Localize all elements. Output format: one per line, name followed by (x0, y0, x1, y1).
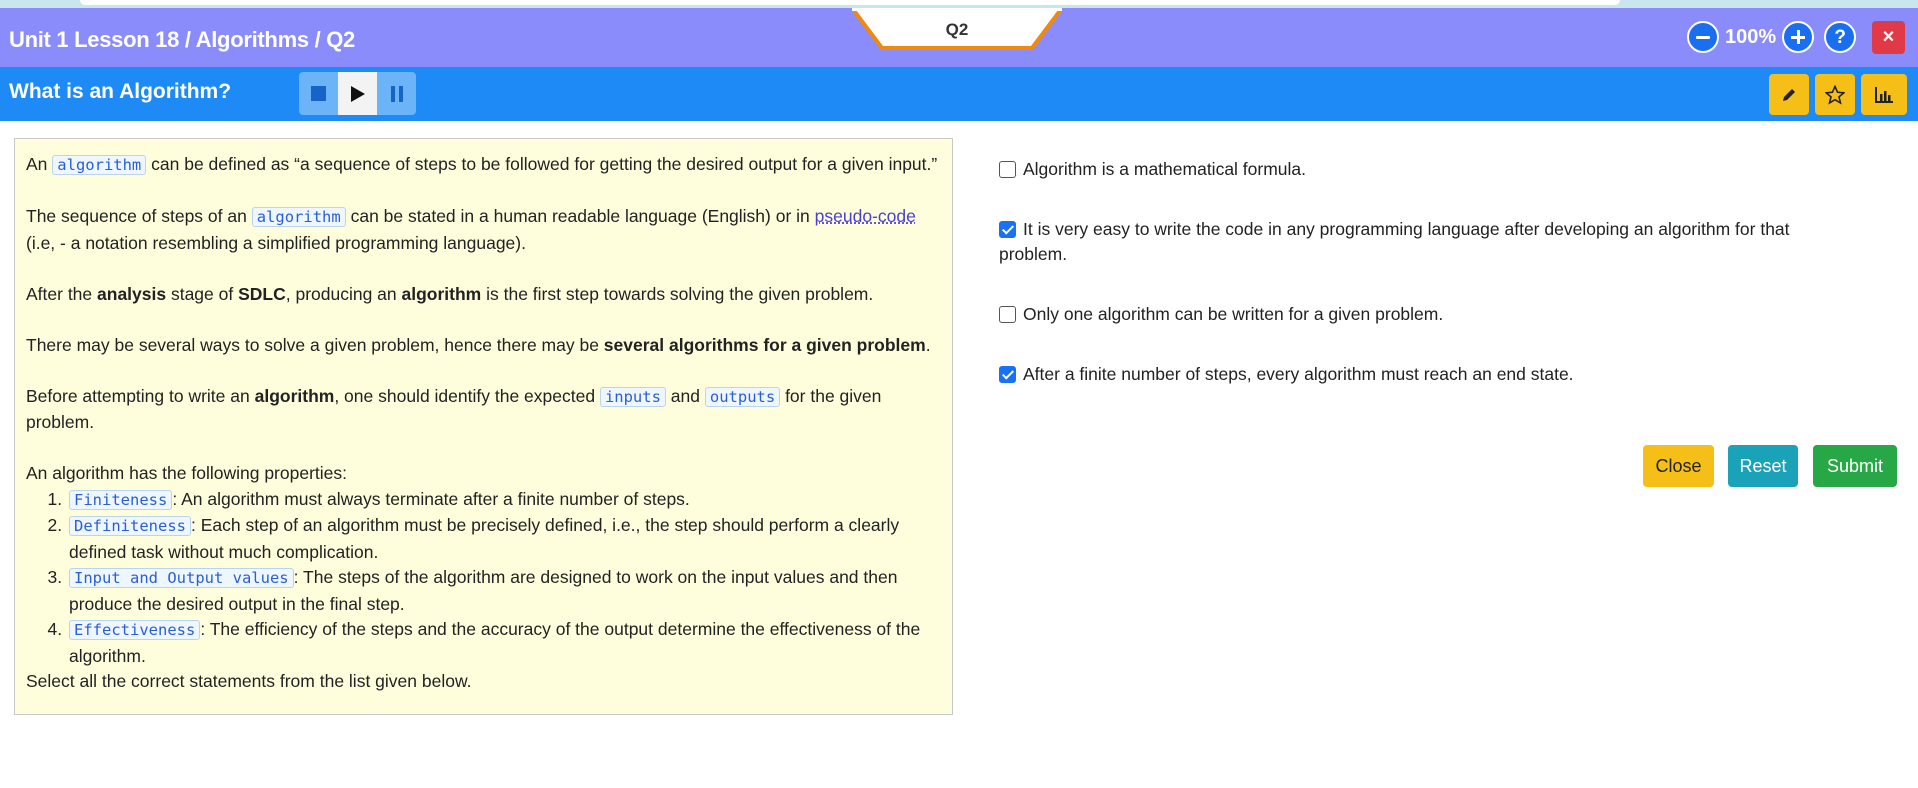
text: : An algorithm must always terminate aft… (172, 488, 690, 509)
option-3[interactable]: Only one algorithm can be written for a … (999, 302, 1839, 327)
passage-paragraph-5: Before attempting to write an algorithm,… (26, 384, 941, 436)
option-label: Only one algorithm can be written for a … (1023, 304, 1444, 324)
option-1[interactable]: Algorithm is a mathematical formula. (999, 157, 1839, 182)
bold-term: algorithm (401, 283, 482, 304)
browser-top-strip (0, 0, 1918, 8)
bar-chart-icon (1875, 86, 1893, 103)
zoom-controls: 100% ? (1687, 20, 1857, 54)
code-term: algorithm (251, 207, 346, 227)
checkbox[interactable] (999, 221, 1016, 238)
option-label: It is very easy to write the code in any… (999, 219, 1790, 264)
text: stage of (166, 283, 239, 304)
text: There may be several ways to solve a giv… (26, 334, 604, 355)
pause-button[interactable] (377, 72, 416, 115)
media-controls (299, 72, 416, 115)
zoom-out-button[interactable] (1687, 21, 1719, 53)
list-item: Input and Output values: The steps of th… (67, 565, 941, 617)
bold-term: analysis (97, 283, 167, 304)
help-icon: ? (1834, 26, 1846, 48)
close-window-button[interactable]: × (1872, 21, 1905, 54)
edit-button[interactable] (1769, 74, 1809, 115)
stop-button[interactable] (299, 72, 338, 115)
help-button[interactable]: ? (1824, 21, 1857, 53)
submit-button[interactable]: Submit (1813, 445, 1897, 487)
text: (i.e, - a notation resembling a simplifi… (26, 232, 526, 253)
text: After the (26, 283, 98, 304)
passage-panel: An algorithm can be defined as “a sequen… (14, 138, 953, 715)
text: , one should identify the expected (334, 385, 600, 406)
pause-icon (390, 85, 403, 102)
checkbox[interactable] (999, 306, 1016, 323)
option-label: After a finite number of steps, every al… (1023, 364, 1574, 384)
option-label: Algorithm is a mathematical formula. (1023, 159, 1307, 179)
play-button[interactable] (338, 72, 377, 115)
plus-icon (1791, 30, 1806, 44)
text: is the first step towards solving the gi… (481, 283, 874, 304)
breadcrumb: Unit 1 Lesson 18 / Algorithms / Q2 (9, 27, 355, 52)
text: Before attempting to write an (26, 385, 255, 406)
properties-list: Finiteness: An algorithm must always ter… (26, 487, 941, 670)
browser-address-bar-edge (80, 0, 1620, 5)
code-term: Input and Output values (69, 568, 294, 588)
stats-button[interactable] (1861, 74, 1907, 115)
bold-term: SDLC (238, 283, 286, 304)
checkbox[interactable] (999, 161, 1016, 178)
stop-icon (311, 86, 326, 101)
play-icon (350, 85, 365, 102)
code-term: Effectiveness (69, 620, 201, 640)
text: An (26, 154, 53, 174)
option-2[interactable]: It is very easy to write the code in any… (999, 217, 1839, 267)
code-term: outputs (704, 386, 781, 407)
close-icon: × (1882, 26, 1895, 48)
code-term: algorithm (52, 155, 147, 175)
checkbox[interactable] (999, 366, 1016, 383)
text: and (665, 385, 705, 406)
passage-paragraph-1: An algorithm can be defined as “a sequen… (26, 152, 941, 179)
properties-intro: An algorithm has the following propertie… (26, 463, 348, 483)
pencil-icon (1783, 88, 1795, 101)
favorite-button[interactable] (1815, 74, 1855, 115)
zoom-in-button[interactable] (1782, 21, 1815, 53)
question-instruction: Select all the correct statements from t… (26, 671, 472, 691)
lesson-header-bar: What is an Algorithm? (0, 67, 1918, 121)
pseudo-code-link[interactable]: pseudo-code (815, 206, 916, 226)
lesson-title: What is an Algorithm? (9, 80, 232, 103)
passage-paragraph-3: After the analysis stage of SDLC, produc… (26, 282, 941, 308)
text: can be defined as “a sequence of steps t… (146, 154, 938, 174)
list-item: Finiteness: An algorithm must always ter… (67, 487, 941, 514)
text: The sequence of steps of an (26, 206, 252, 226)
code-term: Definiteness (69, 516, 191, 536)
text: . (925, 334, 931, 355)
star-icon (1825, 84, 1845, 105)
zoom-level: 100% (1725, 25, 1777, 48)
list-item: Definiteness: Each step of an algorithm … (67, 513, 941, 565)
bold-term: algorithm (254, 385, 335, 406)
question-tab-label: Q2 (945, 20, 969, 39)
list-item: Effectiveness: The efficiency of the ste… (67, 617, 941, 669)
close-button[interactable]: Close (1643, 445, 1714, 487)
option-4[interactable]: After a finite number of steps, every al… (999, 362, 1839, 387)
reset-button[interactable]: Reset (1728, 445, 1798, 487)
code-term: Finiteness (69, 489, 173, 510)
text: can be stated in a human readable langua… (345, 206, 815, 226)
passage-paragraph-2: The sequence of steps of an algorithm ca… (26, 204, 941, 256)
text: : Each step of an algorithm must be prec… (69, 515, 900, 562)
bold-term: several algorithms for a given problem (603, 334, 926, 355)
question-tab[interactable]: Q2 (852, 8, 1062, 52)
passage-paragraph-4: There may be several ways to solve a giv… (26, 333, 941, 359)
minus-icon (1696, 35, 1710, 39)
code-term: inputs (599, 386, 666, 407)
text: , producing an (285, 283, 402, 304)
